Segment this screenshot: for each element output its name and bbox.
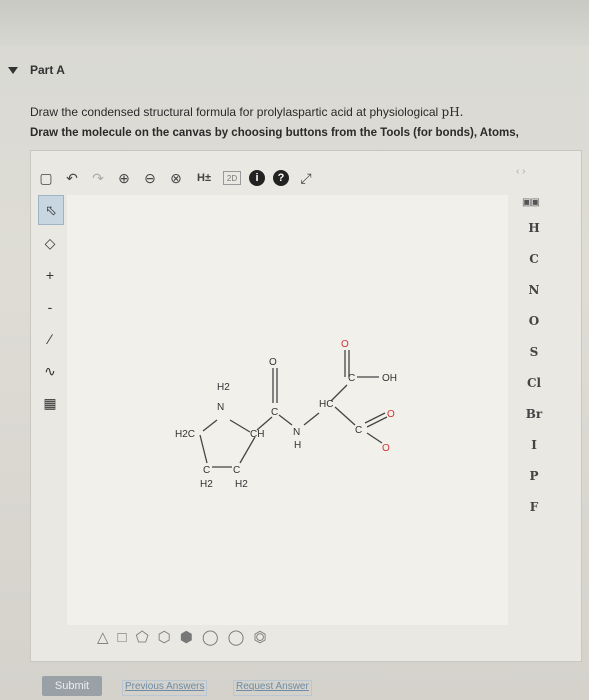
carboxylate-carbon-label: C — [355, 425, 362, 436]
alpha-carbon-label: HC — [319, 399, 333, 410]
hydroxyl-label: OH — [382, 373, 397, 384]
oxygen-label: O — [341, 339, 349, 350]
info-icon[interactable]: i — [249, 170, 265, 186]
zoom-out-icon[interactable]: ⊖ — [141, 169, 159, 187]
collapse-caret-icon[interactable] — [8, 67, 18, 74]
atom-c-button[interactable]: C — [512, 243, 556, 274]
left-toolbar: ⬁ ◇ + - ∕ ∿ ▦ — [38, 195, 64, 421]
scroll-arrows-icon[interactable]: ‹ › — [516, 166, 525, 177]
heptagon-icon[interactable]: ◯ — [202, 628, 219, 646]
atom-cl-button[interactable]: Cl — [512, 367, 556, 398]
atom-o-button[interactable]: O — [512, 305, 556, 336]
previous-answers-link[interactable]: Previous Answers — [122, 680, 208, 696]
carboxylate-oxygen-label: O — [387, 409, 395, 420]
shape-toolbar: △ □ ⬠ ⬡ ⬢ ◯ ◯ ⏣ — [97, 628, 267, 647]
benzene-icon[interactable]: ⏣ — [253, 628, 266, 646]
c-label: C — [203, 465, 210, 476]
atom-br-button[interactable]: Br — [512, 398, 556, 429]
eraser-tool-icon[interactable]: ◇ — [38, 229, 62, 257]
single-bond-icon[interactable]: ∕ — [38, 325, 62, 353]
molecule-structure: H2 N H2C CH C C H2 H2 O C N H HC O C OH … — [175, 339, 397, 490]
amide-oxygen-label: O — [269, 357, 277, 368]
atom-f-button[interactable]: F — [512, 491, 556, 522]
h2c-label: H2C — [175, 429, 195, 440]
redo-icon[interactable]: ↷ — [89, 169, 107, 187]
amide-carbon-label: C — [271, 407, 278, 418]
zoom-in-icon[interactable]: ⊕ — [115, 169, 133, 187]
positive-charge-icon[interactable]: + — [38, 261, 62, 289]
submit-button[interactable]: Submit — [42, 676, 102, 696]
h2-label: H2 — [235, 479, 248, 490]
c-label: C — [233, 465, 240, 476]
question-instruction: Draw the condensed structural formula fo… — [30, 105, 464, 119]
zoom-reset-icon[interactable]: ⊗ — [167, 169, 185, 187]
h-toggle-button[interactable]: H± — [193, 169, 215, 187]
ch-label: CH — [250, 429, 264, 440]
n-plus-label: N — [217, 402, 224, 413]
atom-p-button[interactable]: P — [512, 460, 556, 491]
2d-clean-icon[interactable]: 2D — [223, 171, 241, 185]
help-icon[interactable]: ? — [273, 170, 289, 186]
square-icon[interactable]: □ — [118, 629, 127, 646]
top-band — [0, 0, 589, 46]
negative-charge-icon[interactable]: - — [38, 293, 62, 321]
hexagon-icon[interactable]: ⬡ — [158, 628, 171, 646]
atom-s-button[interactable]: S — [512, 336, 556, 367]
h2-label: H2 — [200, 479, 213, 490]
hexagon-alt-icon[interactable]: ⬢ — [180, 628, 193, 646]
pentagon-icon[interactable]: ⬠ — [136, 628, 149, 646]
drawing-toolbar: ▢ ↶ ↷ ⊕ ⊖ ⊗ H± 2D i ? ⤢ — [37, 165, 315, 191]
chain-tool-icon[interactable]: ∿ — [38, 357, 62, 385]
atom-palette: H C N O S Cl Br I P F — [512, 212, 556, 522]
octagon-icon[interactable]: ◯ — [228, 628, 245, 646]
request-answer-link[interactable]: Request Answer — [233, 680, 312, 696]
select-tool-icon[interactable]: ⬁ — [38, 195, 64, 225]
undo-icon[interactable]: ↶ — [63, 169, 81, 187]
periodic-table-icon[interactable]: ▣▣ — [522, 197, 540, 208]
oxygen-minus-label: O — [382, 443, 390, 454]
new-file-icon[interactable]: ▢ — [37, 169, 55, 187]
triangle-icon[interactable]: △ — [97, 628, 109, 646]
atom-n-button[interactable]: N — [512, 274, 556, 305]
h2-label: H2 — [217, 382, 230, 393]
tool-instruction: Draw the molecule on the canvas by choos… — [30, 127, 519, 139]
atom-i-button[interactable]: I — [512, 429, 556, 460]
amide-nitrogen-label: N — [293, 427, 300, 438]
amide-hydrogen-label: H — [294, 440, 301, 451]
carbon-label: C — [348, 373, 355, 384]
template-tool-icon[interactable]: ▦ — [38, 389, 62, 417]
drawing-canvas[interactable]: H2 N H2C CH C C H2 H2 O C N H HC O C OH … — [67, 195, 508, 625]
part-title: Part A — [30, 63, 65, 77]
expand-icon[interactable]: ⤢ — [297, 169, 315, 187]
atom-h-button[interactable]: H — [512, 212, 556, 243]
